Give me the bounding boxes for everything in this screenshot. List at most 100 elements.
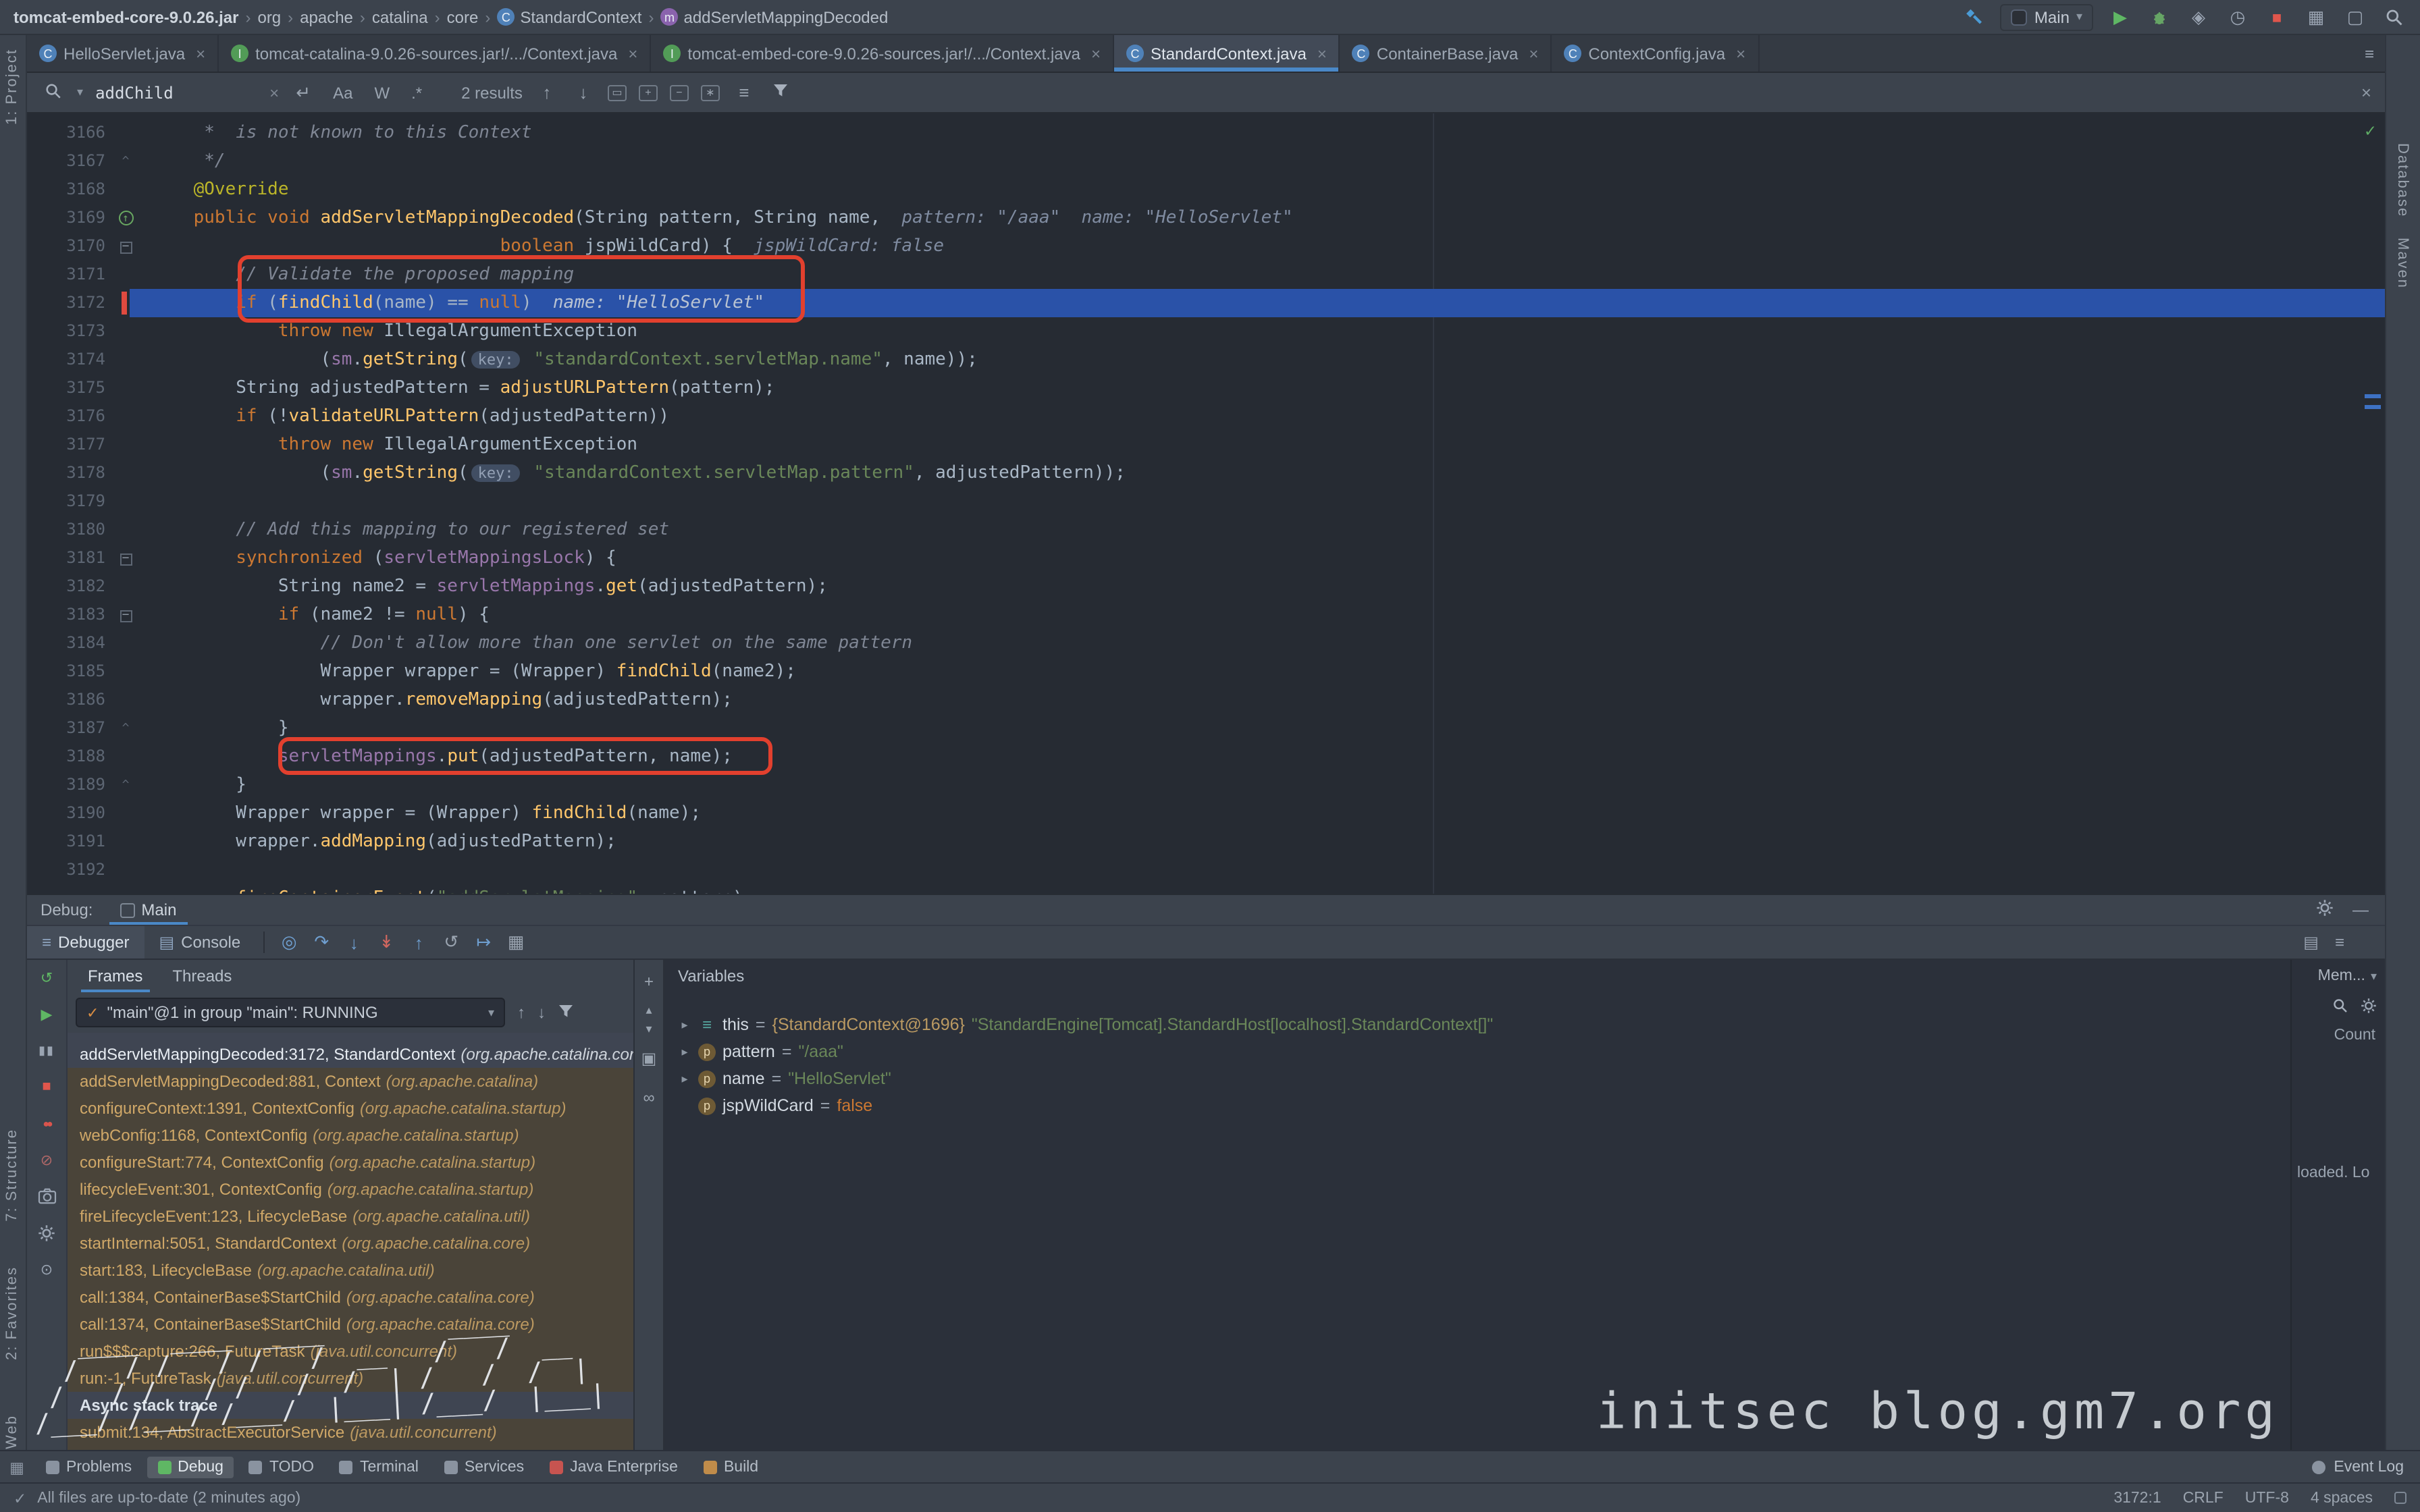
code-line[interactable]: 3182 String name2 = servletMappings.get(… (27, 572, 2385, 601)
open-in-find-window-icon[interactable]: ▭ (608, 84, 627, 101)
stripe-button-Database[interactable]: Database (2394, 143, 2411, 217)
fold-icon[interactable]: − (120, 553, 132, 565)
code-line[interactable]: 3175 String adjustedPattern = adjustURLP… (27, 374, 2385, 402)
tab-threads[interactable]: Threads (157, 960, 246, 992)
breadcrumb-item[interactable]: catalina (372, 7, 428, 26)
stack-frame[interactable]: run$$$capture:266, FutureTask (java.util… (68, 1338, 633, 1365)
line-number[interactable]: 3183 (27, 601, 105, 629)
code-line[interactable]: fireContainerEvent("addServletMapping", … (27, 884, 2385, 894)
duplicate-icon[interactable]: ▣ (641, 1049, 657, 1068)
mute-breakpoints-icon[interactable]: ⊘ (36, 1149, 57, 1170)
fold-end-icon[interactable]: ^ (122, 778, 130, 792)
tool-window-switcher-icon[interactable]: ▦ (8, 1458, 26, 1476)
tab-StandardContext.java[interactable]: CStandardContext.java× (1114, 35, 1340, 72)
pin-icon[interactable]: ⊙ (36, 1258, 57, 1280)
code-line[interactable]: 3183− if (name2 != null) { (27, 601, 2385, 629)
tab-tomcat-catalina-9.0.26-sources.jar!/.../Context.java[interactable]: Itomcat-catalina-9.0.26-sources.jar!/...… (219, 35, 651, 72)
newline-icon[interactable]: ↵ (291, 82, 315, 103)
variable-row-pattern[interactable]: ▸ppattern = "/aaa" (664, 1038, 2290, 1065)
tab-ContainerBase.java[interactable]: CContainerBase.java× (1340, 35, 1552, 72)
variable-row-jspWildCard[interactable]: pjspWildCard = false (664, 1092, 2290, 1119)
code-line[interactable]: 3188 servletMappings.put(adjustedPattern… (27, 742, 2385, 771)
line-number[interactable]: 3180 (27, 516, 105, 544)
line-number[interactable]: 3177 (27, 431, 105, 459)
toggle-.*[interactable]: .* (406, 82, 427, 103)
line-number[interactable]: 3182 (27, 572, 105, 601)
toolwindow-TODO[interactable]: TODO (238, 1456, 325, 1478)
code-line[interactable]: 3166 * is not known to this Context (27, 119, 2385, 147)
line-number[interactable]: 3185 (27, 657, 105, 686)
evaluate-expression-icon[interactable]: ▦ (500, 932, 532, 953)
show-execution-point-icon[interactable]: ◎ (273, 932, 305, 953)
stripe-button-Web[interactable]: Web (4, 1415, 20, 1449)
stack-frame[interactable]: addServletMappingDecoded:3172, StandardC… (68, 1041, 633, 1068)
code-line[interactable]: 3181− synchronized (servletMappingsLock)… (27, 544, 2385, 572)
more-options-icon[interactable]: ≡ (2335, 933, 2344, 952)
code-line-current[interactable]: 3172 if (findChild(name) == null) name: … (27, 289, 2385, 317)
toolwindow-Java Enterprise[interactable]: Java Enterprise (539, 1456, 689, 1478)
code-line[interactable]: 3170− boolean jspWildCard) { jspWildCard… (27, 232, 2385, 261)
toolwindow-Debug[interactable]: Debug (147, 1456, 234, 1478)
frame-down-icon[interactable]: ↓ (537, 1003, 546, 1022)
tab-list-icon[interactable]: ≡ (2354, 35, 2385, 72)
code-line[interactable]: 3177 throw new IllegalArgumentException (27, 431, 2385, 459)
line-number[interactable]: 3168 (27, 176, 105, 204)
debug-bug-button[interactable] (2147, 5, 2172, 29)
filter-funnel-icon[interactable] (768, 82, 793, 103)
close-search-icon[interactable]: × (2361, 82, 2371, 103)
build-hammer-icon[interactable] (1962, 5, 1986, 29)
code-line[interactable]: 3167^ */ (27, 147, 2385, 176)
tab-close-icon[interactable]: × (1736, 44, 1745, 63)
code-line[interactable]: 3169↑ public void addServletMappingDecod… (27, 204, 2385, 232)
line-separator[interactable]: CRLF (2183, 1490, 2224, 1506)
code-line[interactable]: 3189^ } (27, 771, 2385, 799)
toggle-W[interactable]: W (369, 82, 395, 103)
line-number[interactable]: 3175 (27, 374, 105, 402)
toolwindow-Terminal[interactable]: Terminal (329, 1456, 429, 1478)
search-icon[interactable] (41, 82, 65, 103)
stack-frame[interactable]: configureStart:774, ContextConfig (org.a… (68, 1149, 633, 1176)
drop-frame-icon[interactable]: ↺ (435, 932, 467, 953)
line-number[interactable]: 3192 (27, 856, 105, 884)
hide-frames-funnel-icon[interactable] (558, 1002, 574, 1023)
line-number[interactable]: 3187 (27, 714, 105, 742)
line-number[interactable]: 3181 (27, 544, 105, 572)
line-number[interactable]: 3172 (27, 289, 105, 317)
code-line[interactable]: 3168 @Override (27, 176, 2385, 204)
code-line[interactable]: 3191 wrapper.addMapping(adjustedPattern)… (27, 828, 2385, 856)
file-encoding[interactable]: UTF-8 (2245, 1490, 2289, 1506)
line-number[interactable]: 3191 (27, 828, 105, 856)
add-watch-icon[interactable]: + (644, 972, 654, 991)
code-line[interactable]: 3176 if (!validateURLPattern(adjustedPat… (27, 402, 2385, 431)
stripe-button-Maven[interactable]: Maven (2394, 238, 2411, 289)
fold-icon[interactable]: − (120, 610, 132, 622)
code-line[interactable]: 3171 // Validate the proposed mapping (27, 261, 2385, 289)
stop-icon[interactable]: ■ (36, 1076, 57, 1098)
variable-row-name[interactable]: ▸pname = "HelloServlet" (664, 1065, 2290, 1092)
tab-close-icon[interactable]: × (1091, 44, 1101, 63)
debug-settings-gear-icon[interactable] (2316, 899, 2334, 921)
variable-row-this[interactable]: ▸≡this = {StandardContext@1696} "Standar… (664, 1011, 2290, 1038)
run-to-cursor-icon[interactable]: ↦ (467, 932, 500, 953)
code-line[interactable]: 3187^ } (27, 714, 2385, 742)
profiler-button[interactable]: ◷ (2226, 5, 2250, 29)
thread-select[interactable]: ✓ "main"@1 in group "main": RUNNING ▾ (76, 998, 505, 1027)
stack-frame[interactable]: configureContext:1391, ContextConfig (or… (68, 1095, 633, 1122)
stack-frame[interactable]: fireLifecycleEvent:123, LifecycleBase (o… (68, 1203, 633, 1230)
indent-style[interactable]: 4 spaces (2311, 1490, 2373, 1506)
line-number[interactable]: 3190 (27, 799, 105, 828)
line-number[interactable]: 3176 (27, 402, 105, 431)
debug-session-tab[interactable]: Main (109, 895, 187, 925)
move-up-icon[interactable]: ▴ (646, 1003, 652, 1018)
breadcrumb-item[interactable]: tomcat-embed-core-9.0.26.jar (14, 7, 238, 26)
stack-frame[interactable]: call:1374, ContainerBase$StartChild (org… (68, 1311, 633, 1338)
line-number[interactable]: 3167 (27, 147, 105, 176)
line-number[interactable]: 3188 (27, 742, 105, 771)
rerun-icon[interactable]: ↺ (36, 967, 57, 988)
thread-dump-camera-icon[interactable] (36, 1185, 57, 1207)
code-line[interactable]: 3174 (sm.getString(key: "standardContext… (27, 346, 2385, 374)
hide-panel-icon[interactable]: — (2352, 900, 2369, 919)
tool-windows-button[interactable]: ▦ (2304, 5, 2328, 29)
add-occurrence-icon[interactable]: + (639, 84, 658, 101)
stop-button[interactable]: ■ (2265, 5, 2289, 29)
